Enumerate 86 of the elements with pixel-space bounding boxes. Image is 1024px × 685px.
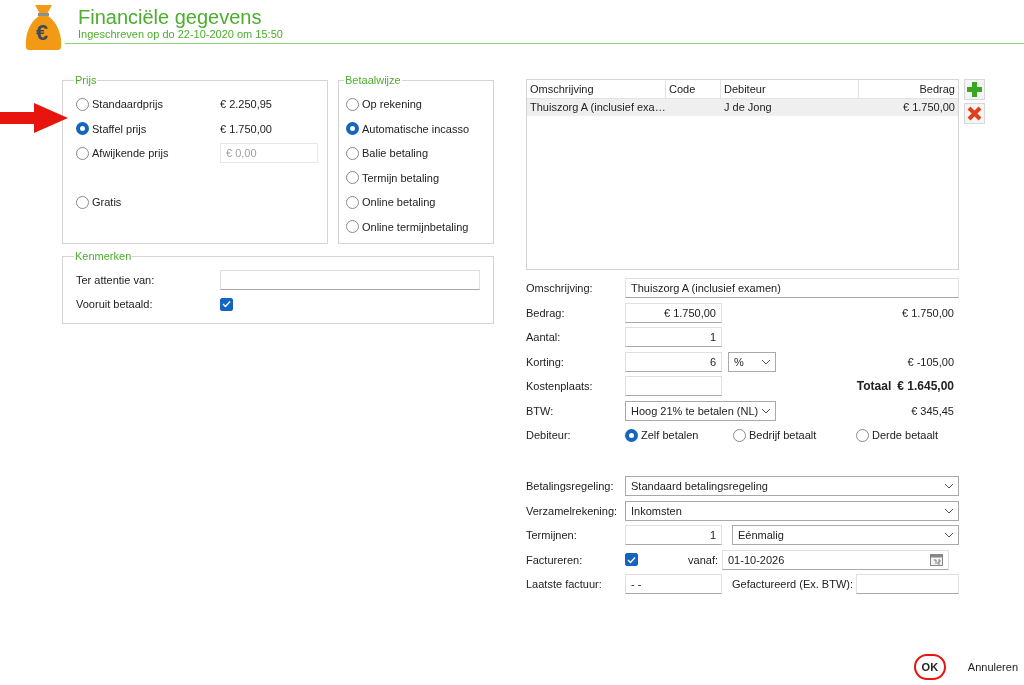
cost-center-field[interactable] xyxy=(625,376,722,396)
quantity-field[interactable]: 1 xyxy=(625,327,722,347)
field-label: Debiteur: xyxy=(526,429,572,441)
radio-button[interactable] xyxy=(76,122,89,136)
radio-button[interactable] xyxy=(625,428,638,442)
group-title: Prijs xyxy=(74,74,98,86)
registration-date: Ingeschreven op do 22-10-2020 om 15:50 xyxy=(78,28,284,41)
field-label: Laatste factuur: xyxy=(526,578,603,590)
radio-button[interactable] xyxy=(346,122,359,136)
checkbox[interactable] xyxy=(625,553,638,566)
add-button[interactable] xyxy=(964,79,985,100)
radio-label[interactable]: Online termijnbetaling xyxy=(362,220,469,233)
field-label: Factureren: xyxy=(526,553,584,566)
radio-label[interactable]: Automatische incasso xyxy=(362,122,469,135)
radio-button[interactable] xyxy=(346,171,359,185)
radio-button[interactable] xyxy=(733,428,746,442)
collective-account-dropdown[interactable]: Inkomsten xyxy=(625,500,959,521)
price-amount: € 1.750,00 xyxy=(220,122,272,135)
description-field[interactable]: Thuiszorg A (inclusief examen) xyxy=(625,278,959,298)
close-icon xyxy=(967,106,982,121)
radio-button[interactable] xyxy=(76,195,89,209)
last-invoice-field[interactable]: - - xyxy=(625,574,722,594)
field-label: Kostenplaats: xyxy=(526,380,594,392)
date-field[interactable]: 01-10-2026 xyxy=(722,549,949,570)
checkbox[interactable] xyxy=(220,297,233,311)
field-label: Vooruit betaald: xyxy=(76,298,154,310)
radio-label[interactable]: Online betaling xyxy=(362,196,436,209)
field-label: BTW: xyxy=(526,404,555,417)
chevron-down-icon xyxy=(944,532,954,538)
radio-button[interactable] xyxy=(346,220,359,234)
table-cell-text: J de Jong xyxy=(723,100,773,115)
radio-button[interactable] xyxy=(346,195,359,209)
radio-label[interactable]: Zelf betalen xyxy=(641,429,699,441)
field-label: vanaf: xyxy=(687,553,719,566)
field-label: Omschrijving: xyxy=(526,282,594,294)
dialog-title: Financiële gegevens xyxy=(78,6,263,28)
arrow-annotation xyxy=(0,103,68,133)
calculated-amount: € 1.750,00 xyxy=(901,306,955,319)
payment-plan-dropdown[interactable]: Standaard betalingsregeling xyxy=(625,476,959,496)
chevron-down-icon xyxy=(944,507,954,514)
cancel-button[interactable]: Annuleren xyxy=(967,661,1018,673)
calculated-amount: € -105,00 xyxy=(906,355,955,368)
radio-label[interactable]: Balie betaling xyxy=(362,147,429,160)
total-amount: € 1.645,00 xyxy=(897,379,954,393)
table-row[interactable]: Thuiszorg A (inclusief exa… J de Jong € 1.750,00 xyxy=(527,99,958,116)
radio-button[interactable] xyxy=(346,146,359,160)
radio-label[interactable]: Gratis xyxy=(92,196,122,209)
plus-icon xyxy=(967,82,982,97)
frequency-dropdown[interactable]: Eénmalig xyxy=(732,525,959,545)
installments-field[interactable]: 1 xyxy=(625,525,722,545)
radio-button[interactable] xyxy=(76,97,89,111)
field-label: Korting: xyxy=(526,355,565,368)
radio-label[interactable]: Bedrijf betaalt xyxy=(749,429,817,441)
delete-button[interactable] xyxy=(964,103,985,124)
field-label: Betalingsregeling: xyxy=(526,480,615,492)
ok-button[interactable]: OK xyxy=(913,654,946,680)
discount-unit-dropdown[interactable]: % xyxy=(728,351,776,372)
radio-label[interactable]: Derde betaalt xyxy=(872,429,939,441)
total-label: Totaal xyxy=(856,379,892,393)
field-label: Bedrag: xyxy=(526,306,566,319)
price-amount: € 2.250,95 xyxy=(220,98,272,111)
discount-field[interactable]: 6 xyxy=(625,351,722,372)
group-title: Kenmerken xyxy=(74,250,133,262)
chevron-down-icon xyxy=(761,407,771,414)
table-cell-text: Thuiszorg A (inclusief exa… xyxy=(529,100,666,115)
radio-label[interactable]: Termijn betaling xyxy=(362,171,440,184)
invoiced-amount-field[interactable] xyxy=(856,574,959,594)
calendar-icon xyxy=(930,553,943,566)
field-label: Gefactureerd (Ex. BTW): xyxy=(732,578,855,590)
field-label: Aantal: xyxy=(526,331,562,343)
attention-field[interactable] xyxy=(220,270,480,290)
amount-field[interactable]: € 1.750,00 xyxy=(625,302,722,323)
table-cell-text: € 1.750,00 xyxy=(902,100,956,115)
vat-dropdown[interactable]: Hoog 21% te betalen (NL) xyxy=(625,400,776,421)
field-label: Verzamelrekening: xyxy=(526,504,619,517)
radio-label[interactable]: Op rekening xyxy=(362,98,422,111)
radio-label[interactable]: Standaardprijs xyxy=(92,98,163,111)
field-label: Termijnen: xyxy=(526,529,578,541)
field-label: Ter attentie van: xyxy=(76,274,156,286)
radio-button[interactable] xyxy=(346,97,359,111)
chevron-down-icon xyxy=(944,483,954,489)
calculated-amount: € 345,45 xyxy=(910,404,955,417)
radio-label[interactable]: Staffel prijs xyxy=(92,122,147,135)
radio-button[interactable] xyxy=(856,428,869,442)
chevron-down-icon xyxy=(761,358,771,365)
group-title: Betaalwijze xyxy=(344,74,402,86)
